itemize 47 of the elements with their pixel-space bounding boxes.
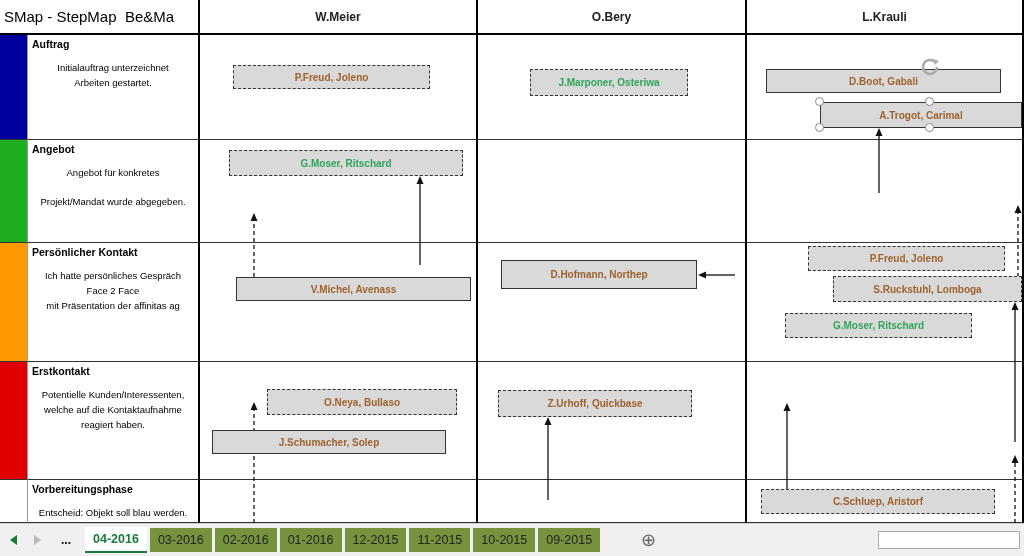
sheet-tab[interactable]: 01-2016 (279, 528, 342, 552)
name-card[interactable]: J.Marponer, Osteriwa (530, 69, 688, 96)
selection-handle[interactable] (925, 97, 934, 106)
phase-title: Auftrag (32, 38, 70, 50)
sheet-tab[interactable]: 04-2016 (85, 527, 147, 553)
add-sheet-button[interactable]: ⊕ (641, 529, 657, 551)
phase-title: Vorbereitungsphase (32, 483, 133, 495)
name-card[interactable]: P.Freud, Joleno (233, 65, 430, 89)
phase-description: Initialauftrag unterzeichnet Arbeiten gestartet. (57, 61, 169, 90)
name-card[interactable]: A.Trogot, Carimal (820, 102, 1022, 128)
arrow (1011, 455, 1019, 524)
phase-title: Erstkontakt (32, 365, 90, 377)
name-card[interactable]: S.Ruckstuhl, Lomboga (833, 276, 1022, 302)
sheet-tab[interactable]: 12-2015 (344, 528, 407, 552)
phase-title: Angebot (32, 143, 75, 155)
sheet-tab[interactable]: 02-2016 (214, 528, 277, 552)
horizontal-scrollbar[interactable] (878, 531, 1020, 549)
column-header: L.Krauli (747, 0, 1024, 35)
sheet-tab[interactable]: 10-2015 (473, 528, 536, 552)
name-card[interactable]: D.Hofmann, Northep (501, 260, 697, 289)
selection-handle[interactable] (925, 123, 934, 132)
sheet-tab[interactable]: 03-2016 (149, 528, 212, 552)
name-card[interactable]: G.Moser, Ritschard (785, 313, 972, 338)
name-card[interactable]: Z.Urhoff, Quickbase (498, 390, 692, 417)
name-card[interactable]: C.Schluep, Aristorf (761, 489, 995, 514)
column-header: O.Bery (478, 0, 747, 35)
sheet-tab[interactable]: 09-2015 (538, 528, 601, 552)
column-header: W.Meier (200, 0, 478, 35)
phase-description: Angebot für konkretes Projekt/Mandat wurde abgegeben. (40, 166, 186, 209)
rotate-handle-icon[interactable] (920, 56, 940, 76)
phase-description: Ich hatte persönliches Gespräch Face 2 Face mit Präsentation der affinitas ag (44, 269, 182, 313)
arrow (250, 213, 258, 278)
name-card[interactable]: O.Neya, Bullaso (267, 389, 457, 415)
name-card[interactable]: D.Boot, Gabali (766, 69, 1001, 93)
name-card[interactable]: J.Schumacher, Solep (212, 430, 446, 454)
arrow (875, 128, 883, 194)
selection-handle[interactable] (815, 97, 824, 106)
phase-title: Persönlicher Kontakt (32, 246, 138, 258)
sheet-tab[interactable]: 11-2015 (409, 528, 471, 552)
name-card[interactable]: G.Moser, Ritschard (229, 150, 463, 176)
phase-description: Potentielle Kunden/Interessenten, welche auf die Kontaktaufnahme reagiert haben. (41, 388, 185, 432)
selection-handle[interactable] (815, 123, 824, 132)
phase-description: Entscheid: Objekt soll blau werden. (38, 506, 188, 520)
arrow (698, 271, 736, 279)
name-card[interactable]: V.Michel, Avenass (236, 277, 471, 301)
more-tabs[interactable]: ... (50, 533, 82, 547)
name-card[interactable]: P.Freud, Joleno (808, 246, 1005, 271)
